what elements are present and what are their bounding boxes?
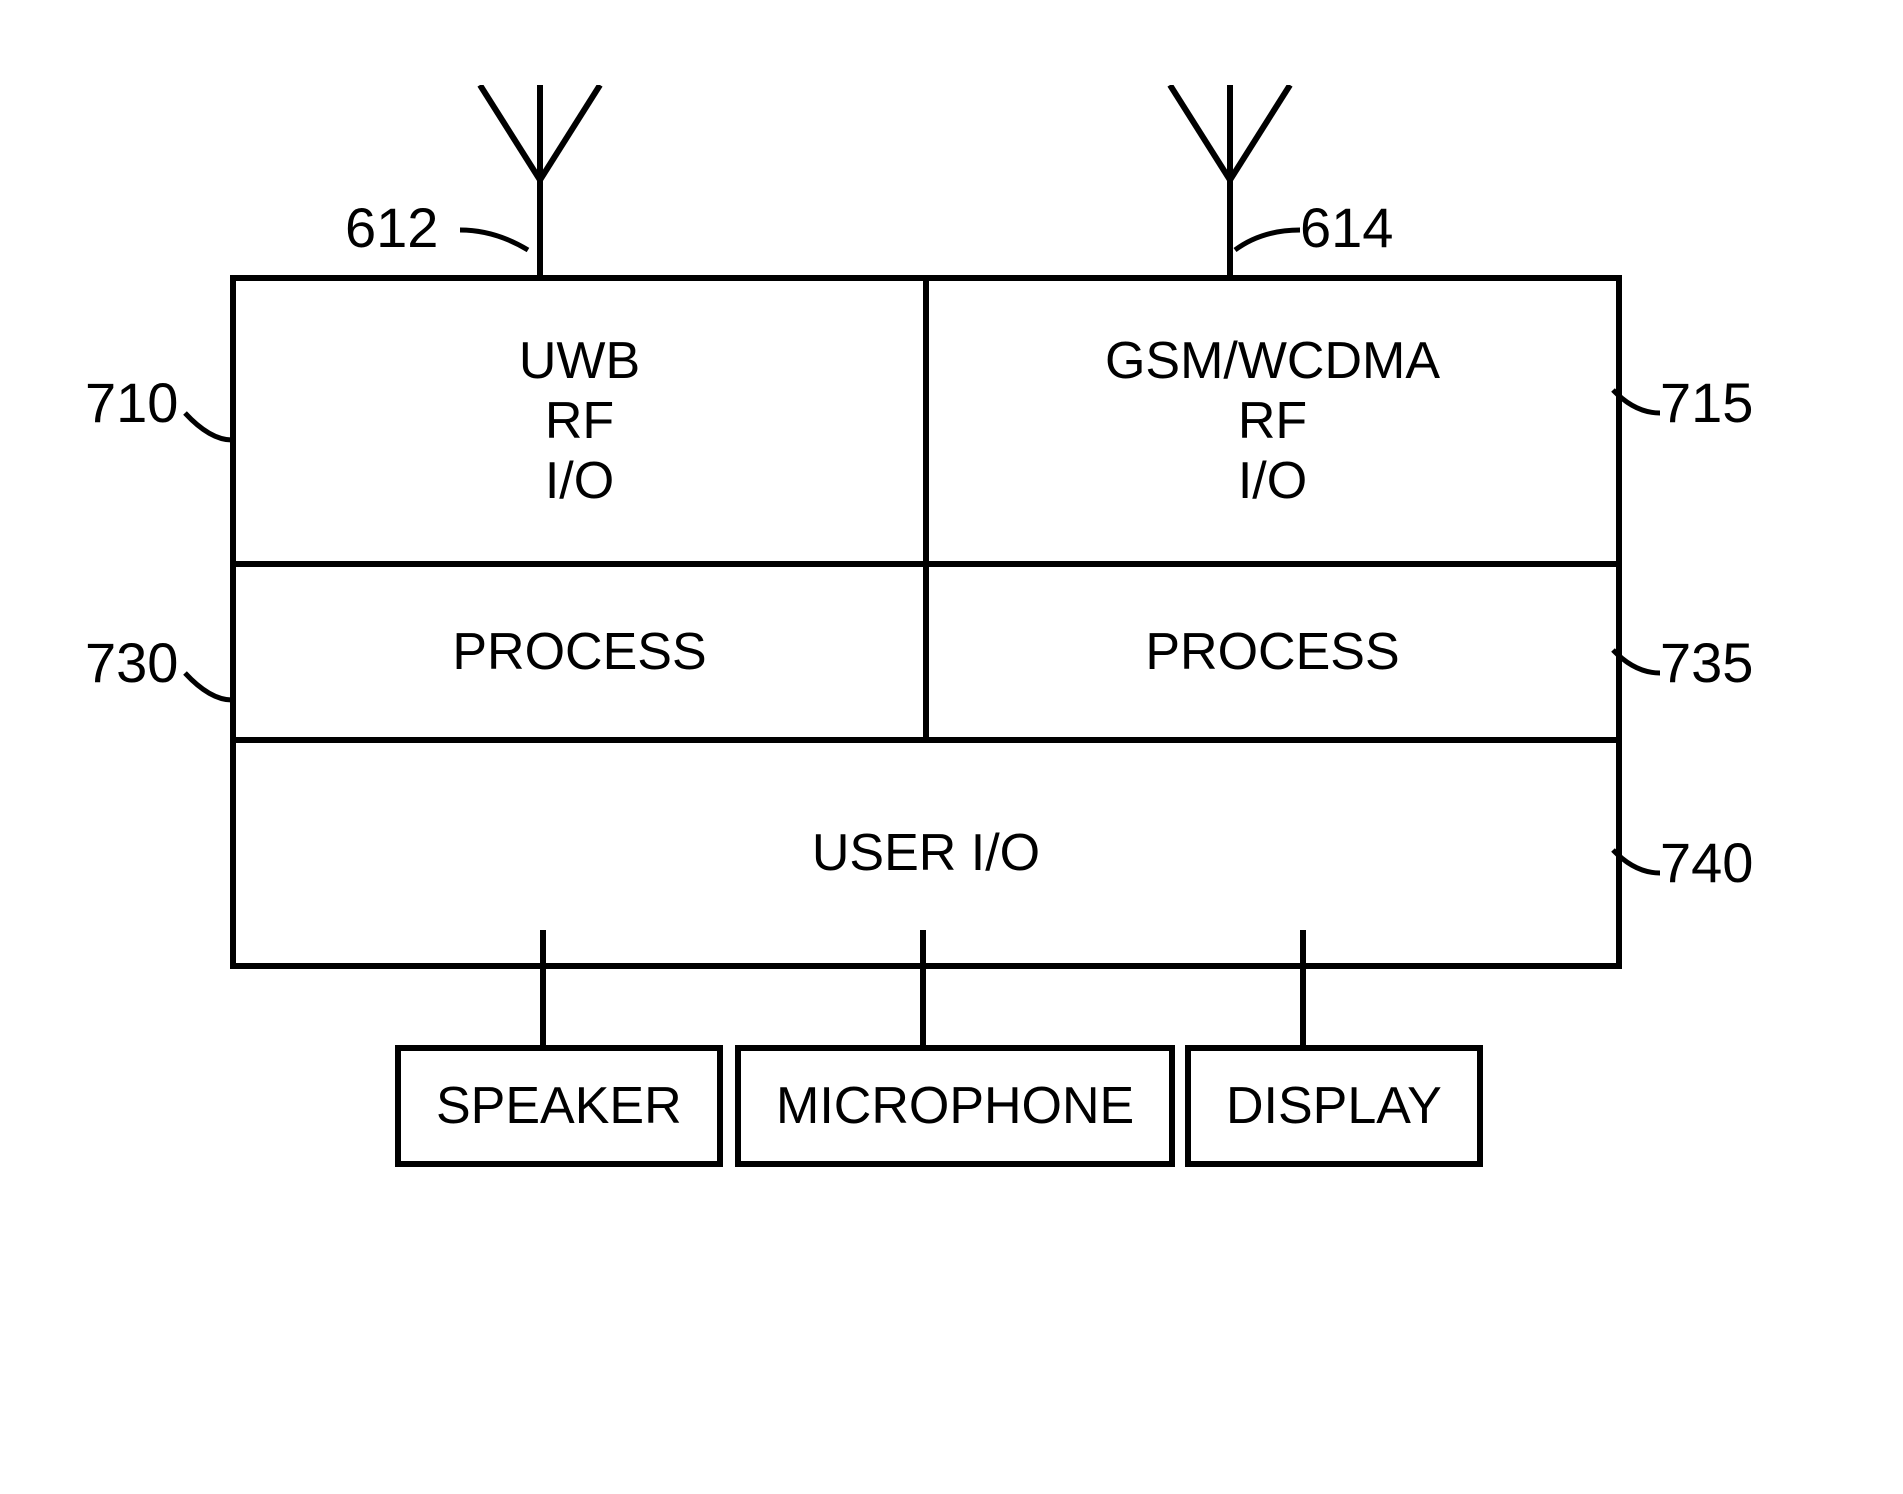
uwb-line1: UWB bbox=[519, 331, 640, 391]
display-label: DISPLAY bbox=[1226, 1076, 1442, 1136]
row-user-io: USER I/O bbox=[236, 743, 1616, 963]
connector-microphone bbox=[920, 930, 926, 1045]
leader-curve-740 bbox=[1610, 835, 1665, 880]
gsm-line1: GSM/WCDMA bbox=[1105, 331, 1440, 391]
microphone-block: MICROPHONE bbox=[735, 1045, 1175, 1167]
microphone-label: MICROPHONE bbox=[776, 1076, 1134, 1136]
ref-label-715: 715 bbox=[1660, 370, 1753, 435]
process-right-label: PROCESS bbox=[1145, 622, 1399, 682]
leader-curve-612 bbox=[460, 215, 540, 265]
uwb-line2: RF bbox=[545, 391, 614, 451]
user-io-block: USER I/O bbox=[236, 743, 1616, 963]
connector-speaker bbox=[540, 930, 546, 1045]
row-rf-io: UWB RF I/O GSM/WCDMA RF I/O bbox=[236, 281, 1616, 567]
user-io-label: USER I/O bbox=[812, 823, 1040, 883]
gsm-line2: RF bbox=[1238, 391, 1307, 451]
leader-curve-735 bbox=[1610, 635, 1665, 680]
speaker-label: SPEAKER bbox=[436, 1076, 682, 1136]
leader-curve-614 bbox=[1232, 215, 1302, 265]
gsm-line3: I/O bbox=[1238, 451, 1307, 511]
connector-display bbox=[1300, 930, 1306, 1045]
row-process: PROCESS PROCESS bbox=[236, 567, 1616, 743]
uwb-rf-io-block: UWB RF I/O bbox=[236, 281, 929, 561]
leader-curve-710 bbox=[180, 410, 240, 455]
display-block: DISPLAY bbox=[1185, 1045, 1483, 1167]
leader-curve-715 bbox=[1610, 375, 1665, 420]
main-block: UWB RF I/O GSM/WCDMA RF I/O PROCESS PROC… bbox=[230, 275, 1622, 969]
block-diagram: 612 614 UWB RF I/O GSM/WCDMA RF I/O PROC… bbox=[0, 0, 1903, 1494]
uwb-line3: I/O bbox=[545, 451, 614, 511]
ref-label-614: 614 bbox=[1300, 195, 1393, 260]
ref-label-730: 730 bbox=[85, 630, 178, 695]
speaker-block: SPEAKER bbox=[395, 1045, 723, 1167]
process-left-label: PROCESS bbox=[452, 622, 706, 682]
process-left-block: PROCESS bbox=[236, 567, 929, 737]
ref-label-740: 740 bbox=[1660, 830, 1753, 895]
ref-label-710: 710 bbox=[85, 370, 178, 435]
ref-label-735: 735 bbox=[1660, 630, 1753, 695]
process-right-block: PROCESS bbox=[929, 567, 1616, 737]
gsm-rf-io-block: GSM/WCDMA RF I/O bbox=[929, 281, 1616, 561]
leader-curve-730 bbox=[180, 670, 240, 715]
ref-label-612: 612 bbox=[345, 195, 438, 260]
